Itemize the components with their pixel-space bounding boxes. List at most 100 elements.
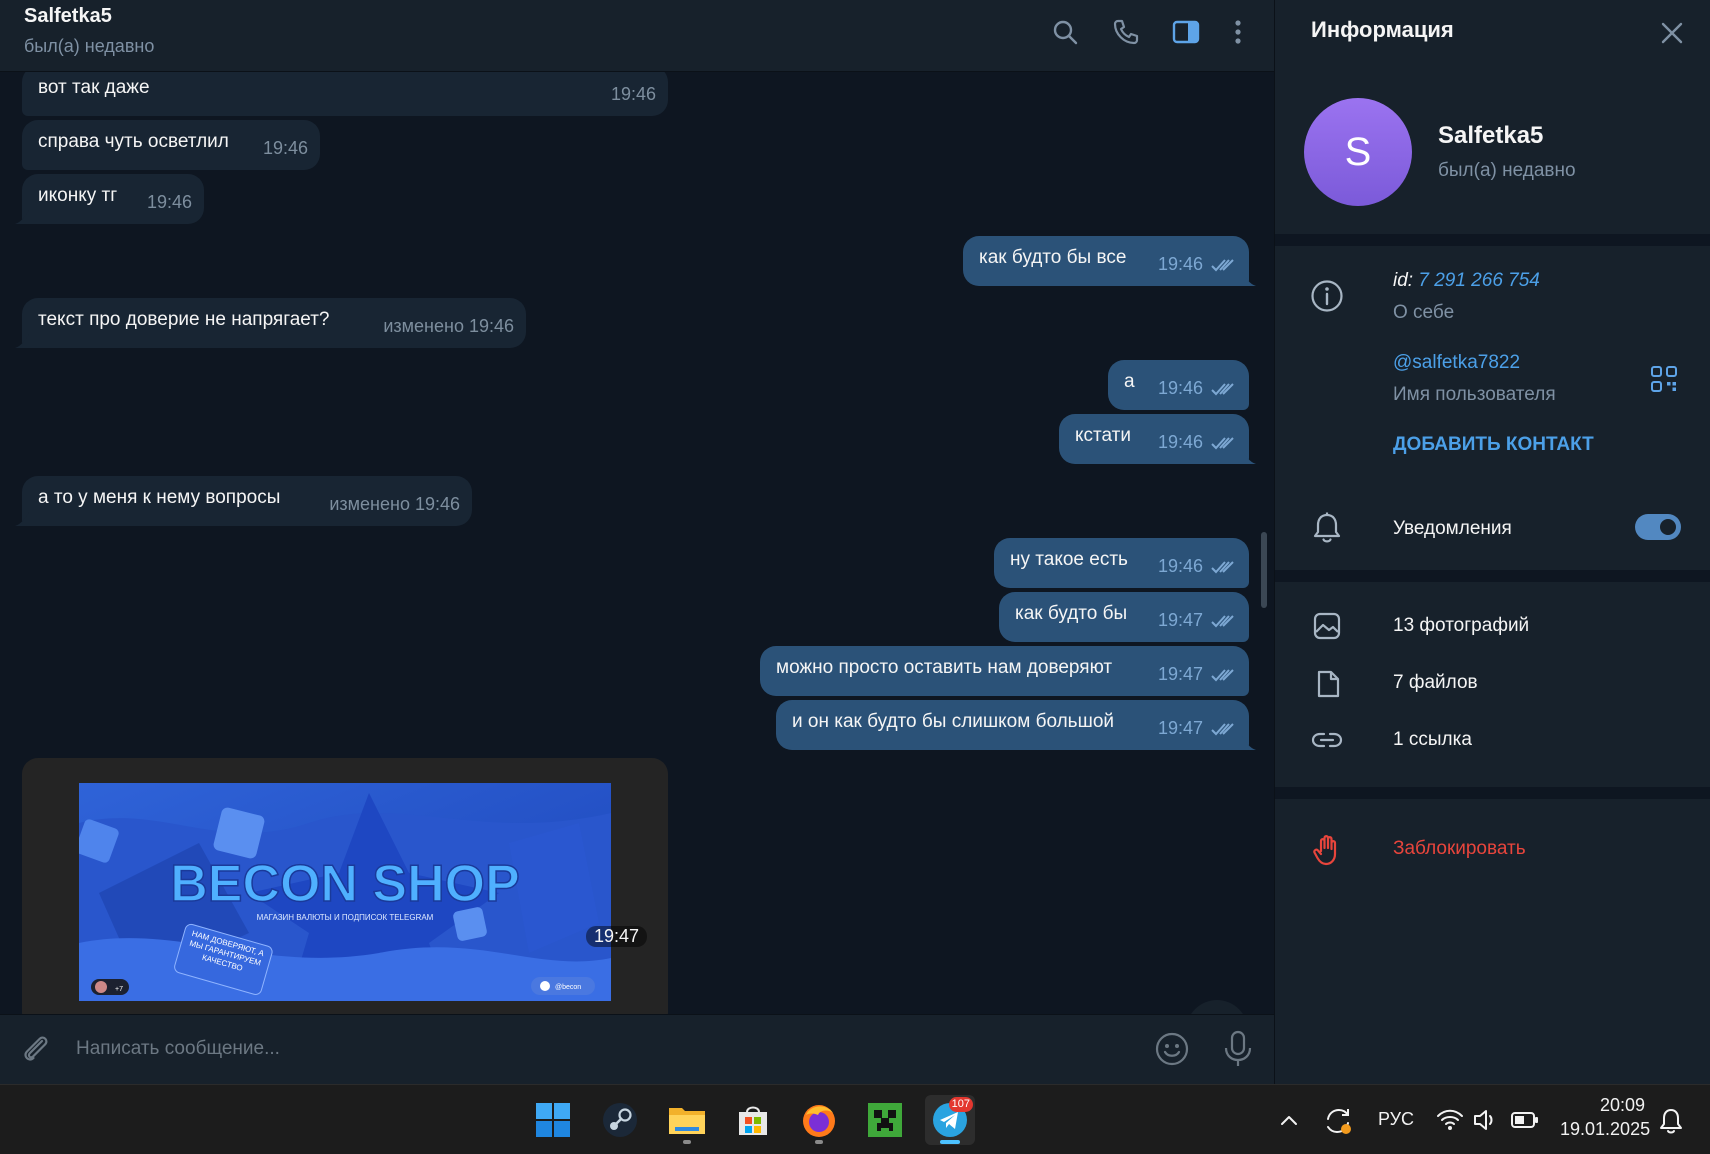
user-id-label: id: xyxy=(1393,270,1414,291)
firefox-icon[interactable] xyxy=(794,1095,844,1145)
message-input[interactable] xyxy=(76,1027,1126,1071)
running-indicator xyxy=(683,1140,691,1144)
message-outgoing[interactable]: как будто бы все 19:46 xyxy=(963,236,1256,286)
message-outgoing[interactable]: а 19:46 xyxy=(1108,360,1249,410)
image-message[interactable]: BECON SHOP МАГАЗИН ВАЛЮТЫ И ПОДПИСОК TEL… xyxy=(22,758,668,1014)
about-label: О себе xyxy=(1393,302,1455,323)
message-list[interactable]: вот так даже 19:46 справа чуть осветлил … xyxy=(0,72,1274,1014)
wifi-icon[interactable] xyxy=(1436,1107,1464,1133)
sidebar-toggle-icon[interactable] xyxy=(1168,14,1204,50)
double-check-icon xyxy=(1211,614,1234,627)
message-text: вот так даже xyxy=(38,77,150,98)
scroll-down-button[interactable] xyxy=(1186,1000,1248,1014)
photos-link[interactable]: 13 фотографий xyxy=(1393,615,1529,637)
files-link[interactable]: 7 файлов xyxy=(1393,672,1478,694)
message-text: текст про доверие не напрягает? xyxy=(38,309,330,330)
notifications-label: Уведомления xyxy=(1393,518,1512,539)
message-time-text: 19:46 xyxy=(1157,378,1203,398)
scrollbar-thumb[interactable] xyxy=(1261,532,1267,608)
bubble-tail xyxy=(1242,736,1256,750)
banner-image: BECON SHOP МАГАЗИН ВАЛЮТЫ И ПОДПИСОК TEL… xyxy=(79,783,611,1001)
phone-icon[interactable] xyxy=(1108,14,1144,50)
message-incoming[interactable]: иконку тг 19:46 xyxy=(15,174,204,224)
store-icon[interactable] xyxy=(728,1095,778,1145)
info-panel: Информация S Salfetka5 был(а) недавно id… xyxy=(1274,0,1710,1084)
double-check-icon xyxy=(1211,560,1234,573)
windows-start-icon[interactable] xyxy=(528,1095,578,1145)
steam-icon[interactable] xyxy=(595,1095,645,1145)
chat-scrollbar[interactable] xyxy=(1258,72,1270,1012)
add-contact-button[interactable]: ДОБАВИТЬ КОНТАКТ xyxy=(1393,434,1594,456)
language-indicator[interactable]: РУС xyxy=(1378,1109,1414,1130)
message-time-text: 19:46 xyxy=(1157,556,1203,576)
message-incoming[interactable]: а то у меня к нему вопросы изменено 19:4… xyxy=(15,476,472,526)
message-text: можно просто оставить нам доверяют xyxy=(776,657,1113,678)
bubble-tail xyxy=(15,512,29,526)
volume-icon[interactable] xyxy=(1472,1107,1498,1133)
message-time: 19:47 xyxy=(1158,610,1237,631)
message-outgoing[interactable]: можно просто оставить нам доверяют 19:47 xyxy=(760,646,1249,696)
battery-icon[interactable] xyxy=(1510,1109,1540,1131)
running-indicator xyxy=(815,1140,823,1144)
minecraft-icon[interactable] xyxy=(860,1095,910,1145)
qr-code-icon[interactable] xyxy=(1649,364,1679,394)
message-time: 19:47 xyxy=(1158,718,1237,739)
message-time: 19:46 xyxy=(1158,432,1237,453)
banner-title: BECON SHOP xyxy=(170,855,520,913)
message-time: 19:46 xyxy=(263,138,308,159)
chat-title[interactable]: Salfetka5 xyxy=(24,5,112,28)
avatar[interactable]: S xyxy=(1304,98,1412,206)
message-time: 19:46 xyxy=(611,84,656,105)
telegram-icon[interactable]: 107 xyxy=(925,1095,975,1145)
message-time-text: 19:46 xyxy=(146,192,192,212)
message-time: изменено 19:46 xyxy=(383,316,514,337)
section-divider xyxy=(1275,570,1710,582)
message-incoming[interactable]: справа чуть осветлил 19:46 xyxy=(22,120,320,170)
message-outgoing[interactable]: ну такое есть 19:46 xyxy=(994,538,1249,588)
message-incoming[interactable]: вот так даже 19:46 xyxy=(22,72,668,116)
chevron-up-icon[interactable] xyxy=(1278,1109,1300,1131)
microphone-icon[interactable] xyxy=(1220,1029,1256,1069)
bell-icon xyxy=(1309,510,1345,546)
chat-header: Salfetka5 был(а) недавно xyxy=(0,0,1274,72)
message-time-text: 19:46 xyxy=(262,138,308,158)
unread-badge: 107 xyxy=(948,1097,973,1112)
notification-bell-icon[interactable] xyxy=(1658,1107,1684,1135)
message-time-text: 19:46 xyxy=(1157,432,1203,452)
info-icon xyxy=(1309,278,1345,314)
attach-icon[interactable] xyxy=(18,1031,54,1067)
double-check-icon xyxy=(1211,382,1234,395)
bubble-tail xyxy=(15,334,29,348)
sync-icon[interactable] xyxy=(1322,1105,1354,1137)
double-check-icon xyxy=(1211,668,1234,681)
message-text: ну такое есть xyxy=(1010,549,1128,570)
double-check-icon xyxy=(1211,258,1234,271)
links-link[interactable]: 1 ссылка xyxy=(1393,729,1472,751)
username-link[interactable]: @salfetka7822 xyxy=(1393,352,1520,374)
message-outgoing[interactable]: как будто бы 19:47 xyxy=(999,592,1249,642)
bubble-tail xyxy=(15,210,29,224)
message-outgoing[interactable]: кстати 19:46 xyxy=(1059,414,1256,464)
message-time: 19:46 xyxy=(1158,254,1237,275)
user-id-row[interactable]: id: 7 291 266 754 xyxy=(1393,270,1540,292)
image-time: 19:47 xyxy=(586,926,648,947)
message-incoming[interactable]: текст про доверие не напрягает? изменено… xyxy=(15,298,526,348)
banner-plus: +7 xyxy=(115,986,123,993)
image-preview[interactable]: BECON SHOP МАГАЗИН ВАЛЮТЫ И ПОДПИСОК TEL… xyxy=(79,783,611,1001)
notifications-toggle[interactable] xyxy=(1635,514,1681,540)
double-check-icon xyxy=(1211,722,1234,735)
message-outgoing[interactable]: и он как будто бы слишком большой 19:47 xyxy=(776,700,1256,750)
profile-status: был(а) недавно xyxy=(1438,160,1576,181)
clock-date[interactable]: 19.01.2025 xyxy=(1560,1119,1650,1140)
search-icon[interactable] xyxy=(1047,14,1083,50)
message-time: 19:46 xyxy=(1158,556,1237,577)
clock-time[interactable]: 20:09 xyxy=(1600,1095,1645,1116)
more-menu-icon[interactable] xyxy=(1220,14,1256,50)
emoji-icon[interactable] xyxy=(1154,1031,1190,1067)
section-divider xyxy=(1275,787,1710,799)
file-explorer-icon[interactable] xyxy=(662,1095,712,1145)
block-user-button[interactable]: Заблокировать xyxy=(1393,838,1526,860)
message-text: как будто бы xyxy=(1015,603,1128,624)
close-icon[interactable] xyxy=(1657,18,1687,48)
block-hand-icon xyxy=(1309,832,1345,868)
